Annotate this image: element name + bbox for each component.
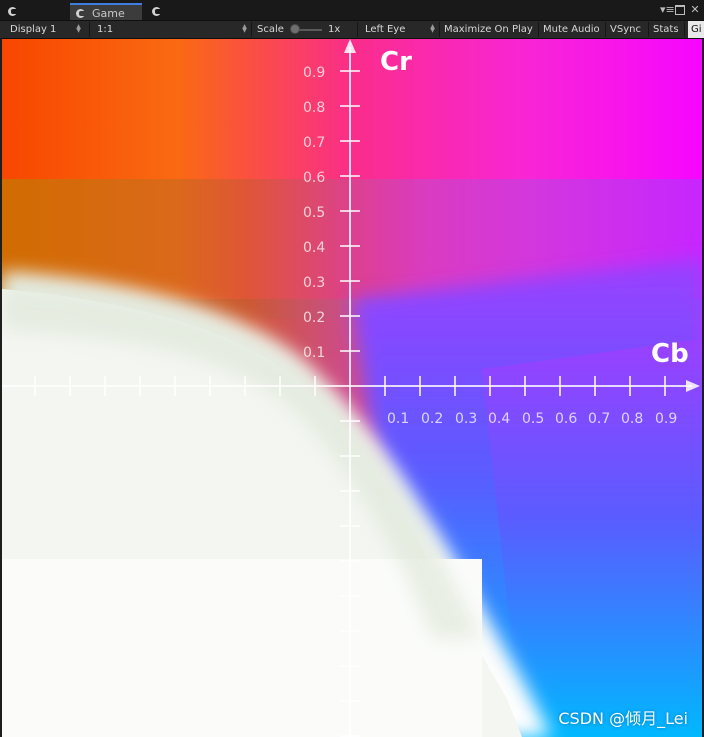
x-tick-label: 0.6 [555,411,578,427]
scale-value: 1x [328,24,341,35]
watermark: CSDN @倾月_Lei [558,709,688,728]
game-view[interactable]: Cr Cb 0.9 0.8 0.7 0.6 0.5 0.4 0.3 0.2 0.… [2,39,702,737]
game-toolbar: Display 1 ▲ ▼ 1:1 ▲ ▼ Scale 1x Left Eye ▲ ▼… [0,21,704,39]
tab-bar: Game ▾≡ ✕ [0,0,704,21]
y-tick-label: 0.6 [303,170,326,186]
x-tick-label: 0.4 [488,411,511,427]
vsync-toggle[interactable]: VSync [610,21,641,38]
tab-asset-store[interactable] [146,3,208,20]
eye-label: Left Eye [365,24,406,35]
unity-icon [76,9,85,18]
maximize-on-play-toggle[interactable]: Maximize On Play [444,21,533,38]
menu-icon[interactable]: ▾≡ [660,4,675,15]
x-tick-label: 0.9 [655,411,678,427]
x-tick-label: 0.1 [387,411,410,427]
x-tick-label: 0.3 [455,411,478,427]
aspect-dropdown-arrows-icon: ▲ ▼ [242,23,247,34]
aspect-label: 1:1 [97,24,114,35]
gizmos-button[interactable]: Gi [688,21,704,38]
y-tick-label: 0.1 [303,345,326,361]
scale-label: Scale [257,24,284,35]
y-tick-label: 0.7 [303,135,326,151]
axes [2,39,700,737]
mute-audio-toggle[interactable]: Mute Audio [543,21,600,38]
close-icon[interactable]: ✕ [690,4,700,15]
y-tick-label: 0.3 [303,275,326,291]
cb-axis-label: Cb [651,339,689,369]
tab-game-label: Game [92,7,125,20]
eye-dropdown[interactable]: Left Eye [365,21,405,38]
y-tick-label: 0.8 [303,100,326,116]
scale-slider-thumb[interactable] [290,24,300,34]
cb-axis-arrow-icon [686,380,700,392]
y-tick-label: 0.5 [303,205,326,221]
display-dropdown[interactable]: Display 1 [10,21,56,38]
cr-axis-label: Cr [380,47,412,77]
cr-axis-arrow-icon [344,39,356,53]
unity-icon [152,7,161,16]
stats-toggle[interactable]: Stats [653,21,679,38]
y-tick-label: 0.9 [303,65,326,81]
maximize-icon[interactable] [675,5,685,15]
tab-game[interactable]: Game [70,3,142,20]
x-tick-label: 0.2 [421,411,444,427]
x-tick-label: 0.5 [522,411,545,427]
y-tick-label: 0.4 [303,240,326,256]
tab-scene[interactable] [2,3,64,20]
display-label: Display 1 [10,24,57,35]
x-tick-label: 0.8 [621,411,644,427]
window-controls: ▾≡ ✕ [660,2,700,18]
unity-icon [8,7,17,16]
x-tick-label: 0.7 [588,411,611,427]
y-tick-label: 0.2 [303,310,326,326]
display-dropdown-arrows-icon: ▲ ▼ [76,23,81,34]
aspect-dropdown[interactable]: 1:1 [97,21,113,38]
eye-dropdown-arrows-icon: ▲ ▼ [430,23,435,34]
